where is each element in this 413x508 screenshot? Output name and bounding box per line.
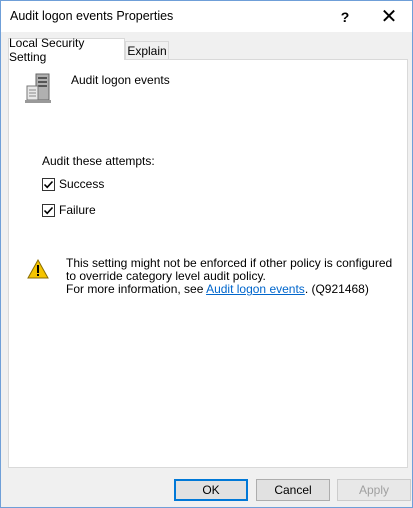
tab-panel: Audit logon events Audit these attempts:… — [8, 59, 408, 468]
checkbox-box[interactable] — [42, 177, 55, 191]
apply-button[interactable]: Apply — [337, 479, 411, 501]
ok-button[interactable]: OK — [174, 479, 248, 501]
failure-checkbox[interactable]: Failure — [42, 203, 96, 217]
failure-label: Failure — [59, 203, 96, 217]
tab-label: Explain — [127, 44, 167, 58]
policy-name: Audit logon events — [71, 73, 170, 87]
success-checkbox[interactable]: Success — [42, 177, 104, 191]
warning-line2-suffix: . (Q921468) — [304, 282, 369, 296]
warning-line2-prefix: For more information, see — [66, 282, 207, 296]
properties-dialog: Audit logon events Properties ? ✕ Local … — [0, 0, 413, 508]
close-button[interactable]: ✕ — [366, 1, 412, 32]
tab-local-security-setting[interactable]: Local Security Setting — [8, 36, 125, 64]
warning-line1: This setting might not be enforced if ot… — [66, 256, 393, 283]
warning-triangle-icon — [27, 259, 49, 279]
checkbox-box[interactable] — [42, 203, 55, 217]
help-button[interactable]: ? — [322, 1, 368, 32]
warning-line2: For more information, see Audit logon ev… — [66, 283, 396, 296]
audit-group-label: Audit these attempts: — [42, 154, 155, 168]
checkmark-icon — [43, 206, 54, 214]
window-title: Audit logon events Properties — [10, 9, 174, 23]
tab-label: Local Security Setting — [9, 35, 85, 64]
server-policy-icon — [25, 73, 51, 103]
cancel-button[interactable]: Cancel — [256, 479, 330, 501]
checkmark-icon — [43, 180, 54, 188]
audit-logon-events-link[interactable]: Audit logon events — [206, 282, 305, 296]
warning-message: This setting might not be enforced if ot… — [66, 257, 396, 296]
tab-explain[interactable]: Explain — [125, 41, 169, 60]
success-label: Success — [59, 177, 105, 191]
title-bar[interactable]: Audit logon events Properties ? ✕ — [1, 1, 412, 32]
